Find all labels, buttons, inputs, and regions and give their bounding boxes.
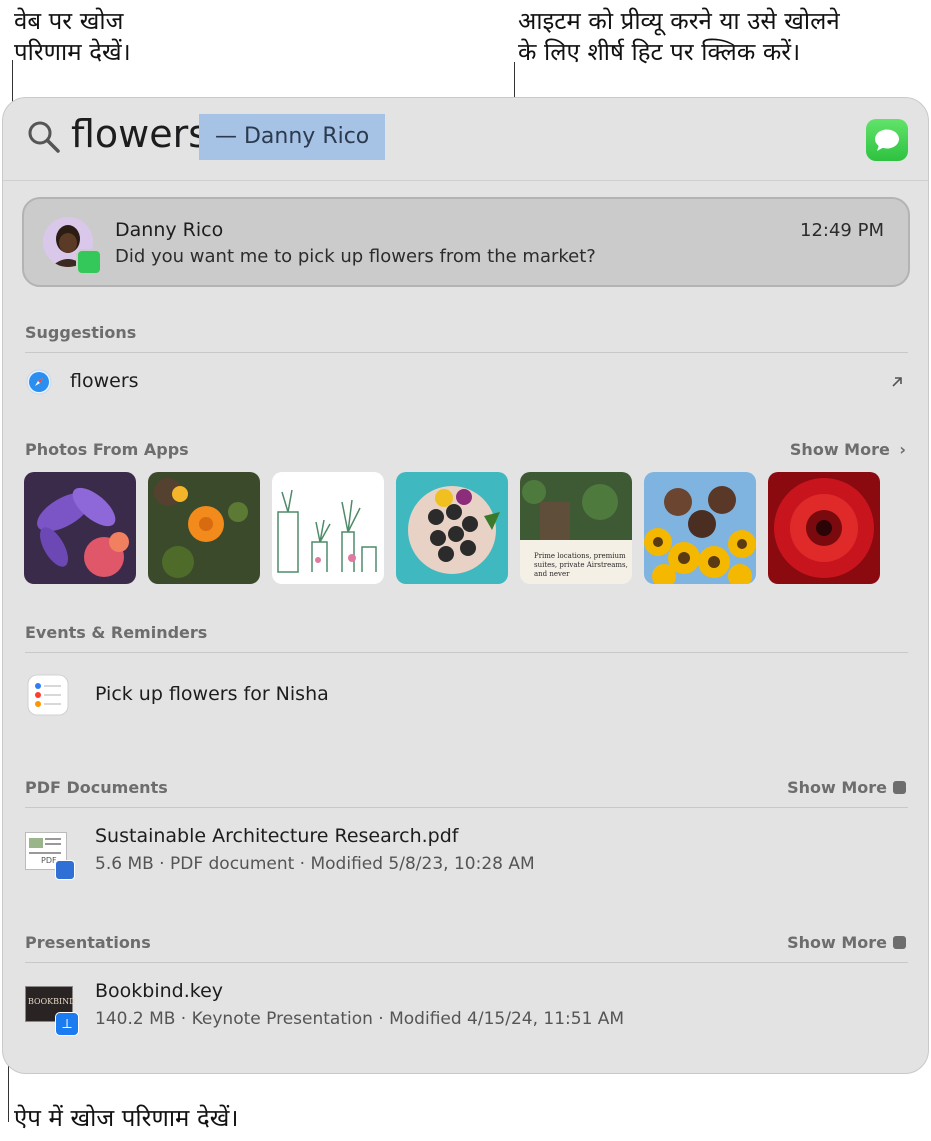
keynote-thumb-label: BOOKBIND [28, 997, 76, 1006]
photos-show-more-button[interactable]: Show More › [790, 440, 906, 459]
messages-icon [866, 119, 908, 161]
keynote-file-details: 140.2 MB · Keynote Presentation · Modifi… [95, 1009, 625, 1029]
reminder-label: Pick up flowers for Nisha [95, 683, 329, 705]
top-hit-message: Did you want me to pick up flowers from … [115, 246, 596, 267]
divider [25, 807, 908, 808]
keynote-file-icon: BOOKBIND ⟂ [25, 986, 79, 1036]
callout-app-results: ऐप में खोज परिणाम देखें। [14, 1104, 239, 1132]
pdf-show-more-button[interactable]: Show More [787, 778, 906, 797]
sushi-photo [396, 472, 508, 584]
chevron-right-icon: › [899, 440, 906, 459]
suggestion-label: flowers [70, 370, 139, 392]
pdf-file-details: 5.6 MB · PDF document · Modified 5/8/23,… [95, 854, 535, 874]
search-query[interactable]: flowers [71, 112, 208, 156]
sunflowers-photo [644, 472, 756, 584]
callout-top-hit: आइटम को प्रीव्यू करने या उसे खोलने के लि… [518, 7, 840, 66]
arrow-up-right-icon[interactable] [890, 375, 904, 389]
top-hit-time: 12:49 PM [800, 220, 884, 241]
document-preview-text: Prime locations, premium suites, private… [534, 552, 628, 578]
keynote-file-name: Bookbind.key [95, 980, 224, 1002]
section-title-events: Events & Reminders [25, 623, 208, 642]
chat-bubble-icon [875, 129, 899, 151]
top-hit-sender: Danny Rico [115, 219, 224, 241]
keynote-result-row[interactable]: BOOKBIND ⟂ Bookbind.key 140.2 MB · Keyno… [3, 974, 928, 1044]
section-title-presentations: Presentations [25, 933, 151, 952]
plant-sketch-photo [272, 472, 384, 584]
section-title-suggestions: Suggestions [25, 323, 137, 342]
pdf-result-row[interactable]: PDF Sustainable Architecture Research.pd… [3, 818, 928, 888]
photo-thumb-gerbera[interactable] [768, 472, 880, 584]
safari-icon [26, 369, 52, 395]
divider [25, 962, 908, 963]
open-in-app-icon [893, 936, 906, 949]
top-hit[interactable]: Danny Rico Did you want me to pick up fl… [22, 197, 910, 287]
presentations-show-more-button[interactable]: Show More [787, 933, 906, 952]
messages-badge-icon [76, 249, 102, 275]
section-title-photos: Photos From Apps [25, 440, 189, 459]
marigold-photo [148, 472, 260, 584]
photo-thumb-document[interactable]: Prime locations, premium suites, private… [520, 472, 632, 584]
photo-thumb-marigold[interactable] [148, 472, 260, 584]
search-completion: — Danny Rico [199, 114, 385, 160]
pdf-file-icon: PDF [25, 832, 75, 880]
divider [25, 352, 908, 353]
search-icon [28, 121, 60, 153]
photo-thumb-plant-sketch[interactable] [272, 472, 384, 584]
pdf-file-name: Sustainable Architecture Research.pdf [95, 825, 459, 847]
callout-web-results: वेब पर खोज परिणाम देखें। [14, 7, 131, 66]
iris-photo [24, 472, 136, 584]
keynote-app-icon: ⟂ [55, 1012, 79, 1036]
search-bar[interactable]: flowers — Danny Rico [3, 98, 928, 181]
suggestion-row-flowers[interactable]: flowers [3, 360, 928, 404]
gerbera-photo [768, 472, 880, 584]
reminders-icon [27, 674, 69, 716]
open-in-app-icon [893, 781, 906, 794]
divider [25, 652, 908, 653]
section-title-pdf: PDF Documents [25, 778, 168, 797]
photo-thumb-sushi[interactable] [396, 472, 508, 584]
preview-app-icon [55, 860, 75, 880]
spotlight-panel: flowers — Danny Rico Danny Rico Did you … [2, 97, 929, 1074]
reminder-row[interactable]: Pick up flowers for Nisha [3, 666, 928, 726]
photo-thumb-sunflowers[interactable] [644, 472, 756, 584]
photo-thumb-iris[interactable] [24, 472, 136, 584]
